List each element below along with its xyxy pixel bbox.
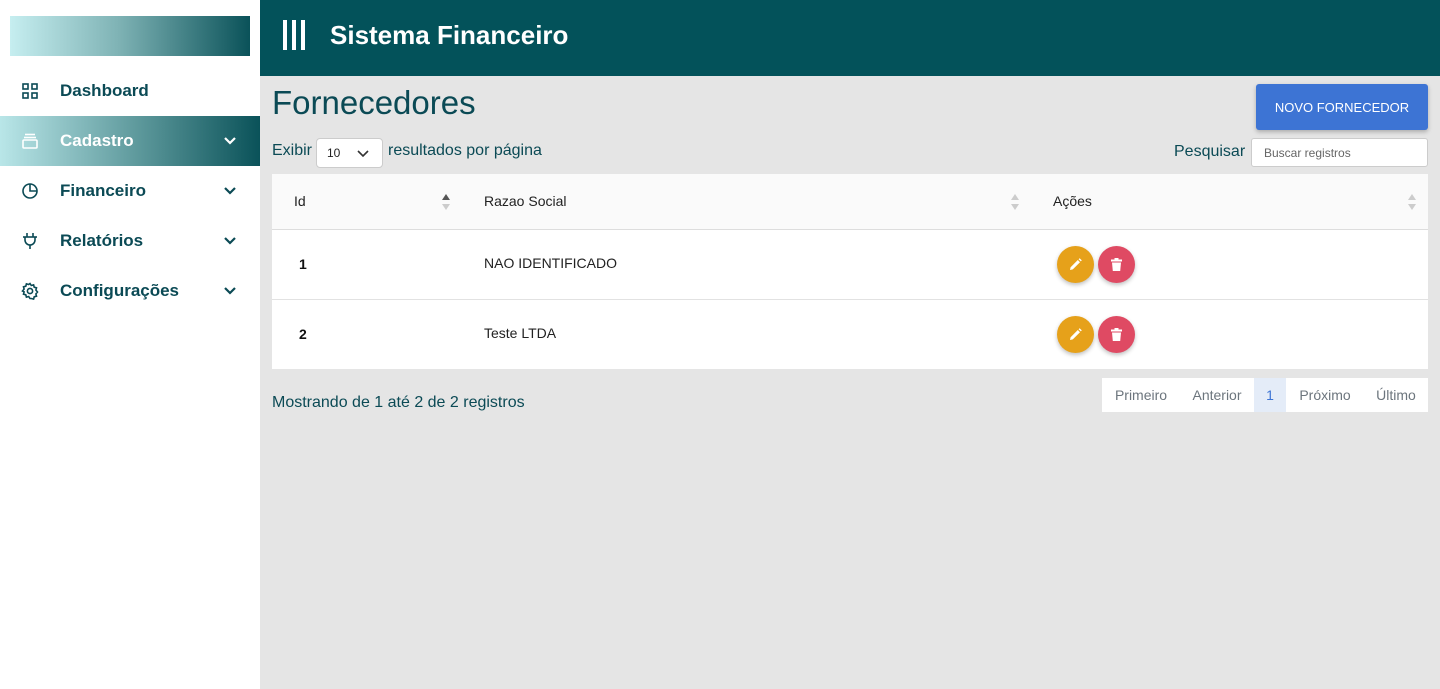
menu-toggle-icon[interactable] (283, 20, 309, 50)
page-title: Fornecedores (272, 84, 476, 121)
length-prefix-label: Exibir (272, 142, 313, 159)
edit-button[interactable] (1057, 316, 1094, 353)
pencil-icon (1070, 258, 1082, 270)
search-input[interactable] (1251, 138, 1428, 167)
pie-chart-icon (22, 183, 38, 199)
page-previous-button[interactable]: Anterior (1180, 378, 1254, 412)
cell-id: 2 (299, 326, 307, 342)
archive-icon (22, 133, 38, 149)
suppliers-table: Id Razao Social Ações 1 NAO IDENTIFICADO (272, 174, 1428, 369)
table-row: 1 NAO IDENTIFICADO (272, 230, 1428, 300)
sidebar-item-cadastro[interactable]: Cadastro (0, 116, 260, 166)
logo (10, 16, 250, 56)
sidebar-item-label: Relatórios (60, 231, 144, 250)
edit-button[interactable] (1057, 246, 1094, 283)
cell-razao-social: Teste LTDA (484, 325, 557, 341)
sort-icon[interactable] (1011, 194, 1019, 210)
pencil-icon (1070, 328, 1082, 340)
page-number-button[interactable]: 1 (1254, 378, 1286, 412)
top-header: Sistema Financeiro (260, 0, 1440, 76)
app-title: Sistema Financeiro (330, 20, 569, 50)
sidebar-item-label: Dashboard (60, 81, 149, 100)
sidebar-item-label: Configurações (60, 281, 180, 300)
sidebar-item-dashboard[interactable]: Dashboard (0, 66, 260, 116)
page-first-button[interactable]: Primeiro (1102, 378, 1180, 412)
sidebar-item-configuracoes[interactable]: Configurações (0, 266, 260, 316)
cell-id: 1 (299, 256, 307, 272)
chevron-down-icon (224, 237, 236, 245)
sidebar: Dashboard Cadastro Financeiro Relatórios (0, 0, 260, 689)
column-header-id[interactable]: Id (294, 193, 306, 209)
sidebar-item-financeiro[interactable]: Financeiro (0, 166, 260, 216)
cell-razao-social: NAO IDENTIFICADO (484, 255, 618, 271)
table-header: Id Razao Social Ações (272, 174, 1428, 230)
sort-asc-icon[interactable] (442, 194, 450, 210)
trash-icon (1111, 328, 1122, 341)
chevron-down-icon (224, 287, 236, 295)
length-suffix-label: resultados por página (388, 142, 542, 159)
page-next-button[interactable]: Próximo (1286, 378, 1364, 412)
sidebar-item-relatorios[interactable]: Relatórios (0, 216, 260, 266)
column-header-razao-social[interactable]: Razao Social (484, 193, 567, 209)
sort-icon[interactable] (1408, 194, 1416, 210)
search-label: Pesquisar (1174, 143, 1246, 160)
delete-button[interactable] (1098, 246, 1135, 283)
page-length-select[interactable]: 10 (316, 138, 383, 168)
plug-icon (23, 233, 37, 249)
column-header-acoes[interactable]: Ações (1053, 193, 1092, 209)
new-supplier-button[interactable]: NOVO FORNECEDOR (1256, 84, 1428, 130)
sidebar-item-label: Financeiro (60, 181, 146, 200)
grid-icon (22, 83, 38, 99)
chevron-down-icon (357, 150, 369, 158)
gear-icon (21, 282, 39, 300)
chevron-down-icon (224, 137, 236, 145)
pagination: Primeiro Anterior 1 Próximo Último (1102, 378, 1428, 412)
table-row: 2 Teste LTDA (272, 300, 1428, 369)
sidebar-item-label: Cadastro (60, 131, 134, 150)
chevron-down-icon (224, 187, 236, 195)
trash-icon (1111, 258, 1122, 271)
page-length-value: 10 (327, 146, 341, 160)
delete-button[interactable] (1098, 316, 1135, 353)
page-last-button[interactable]: Último (1364, 378, 1428, 412)
table-info: Mostrando de 1 até 2 de 2 registros (272, 394, 525, 411)
